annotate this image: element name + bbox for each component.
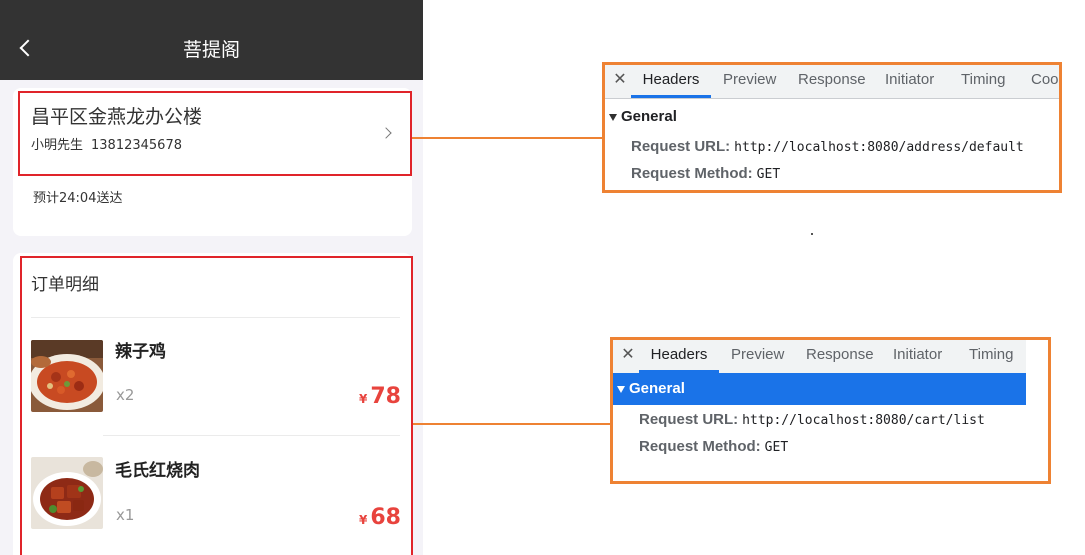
request-method-label: Request Method: <box>631 165 753 182</box>
tab-initiator[interactable]: Initiator <box>885 65 934 98</box>
mobile-app-screen: 菩提阁 昌平区金燕龙办公楼 小明先生 13812345678 预计24:04送达 … <box>0 0 423 555</box>
request-url-value: http://localhost:8080/address/default <box>734 140 1024 155</box>
tab-timing[interactable]: Timing <box>969 340 1013 373</box>
tab-initiator[interactable]: Initiator <box>893 340 942 373</box>
tab-response[interactable]: Response <box>806 340 874 373</box>
request-url-label: Request URL: <box>631 138 731 155</box>
tab-timing[interactable]: Timing <box>961 65 1005 98</box>
connector-line <box>413 423 613 425</box>
request-method-value: GET <box>756 167 781 182</box>
request-method-value: GET <box>764 440 789 455</box>
devtools-tab-bar: ✕ Headers Preview Response Initiator Tim… <box>613 340 1026 374</box>
general-label: General <box>621 108 677 125</box>
request-method-row: Request Method: GET <box>639 436 788 458</box>
request-url-value: http://localhost:8080/cart/list <box>742 413 985 428</box>
request-url-label: Request URL: <box>639 411 739 428</box>
request-method-row: Request Method: GET <box>631 163 780 185</box>
devtools-panel-address: ✕ Headers Preview Response Initiator Tim… <box>602 62 1062 193</box>
delivery-eta: 预计24:04送达 <box>33 191 123 206</box>
tab-preview[interactable]: Preview <box>723 65 776 98</box>
tab-headers[interactable]: Headers <box>631 65 711 98</box>
tab-cookies[interactable]: Coo <box>1031 65 1059 98</box>
request-url-row: Request URL: http://localhost:8080/addres… <box>631 136 1024 158</box>
general-label: General <box>629 380 685 397</box>
close-icon[interactable]: ✕ <box>611 69 629 91</box>
address-highlight-box <box>18 91 412 176</box>
devtools-tab-bar: ✕ Headers Preview Response Initiator Tim… <box>605 65 1059 99</box>
nav-bar: 菩提阁 <box>0 0 423 80</box>
tab-headers[interactable]: Headers <box>639 340 719 373</box>
general-section-header[interactable]: General <box>613 373 1026 405</box>
connector-line <box>412 137 605 139</box>
stray-dot <box>811 233 813 235</box>
request-url-row: Request URL: http://localhost:8080/cart/l… <box>639 409 985 431</box>
order-highlight-box <box>20 256 413 555</box>
tab-response[interactable]: Response <box>798 65 866 98</box>
request-method-label: Request Method: <box>639 438 761 455</box>
page-title: 菩提阁 <box>182 39 240 61</box>
close-icon[interactable]: ✕ <box>619 344 637 366</box>
devtools-panel-cart: ✕ Headers Preview Response Initiator Tim… <box>610 337 1051 484</box>
triangle-down-icon <box>609 114 617 121</box>
tab-preview[interactable]: Preview <box>731 340 784 373</box>
general-section-header[interactable]: General <box>605 102 1059 132</box>
triangle-down-icon <box>617 386 625 393</box>
